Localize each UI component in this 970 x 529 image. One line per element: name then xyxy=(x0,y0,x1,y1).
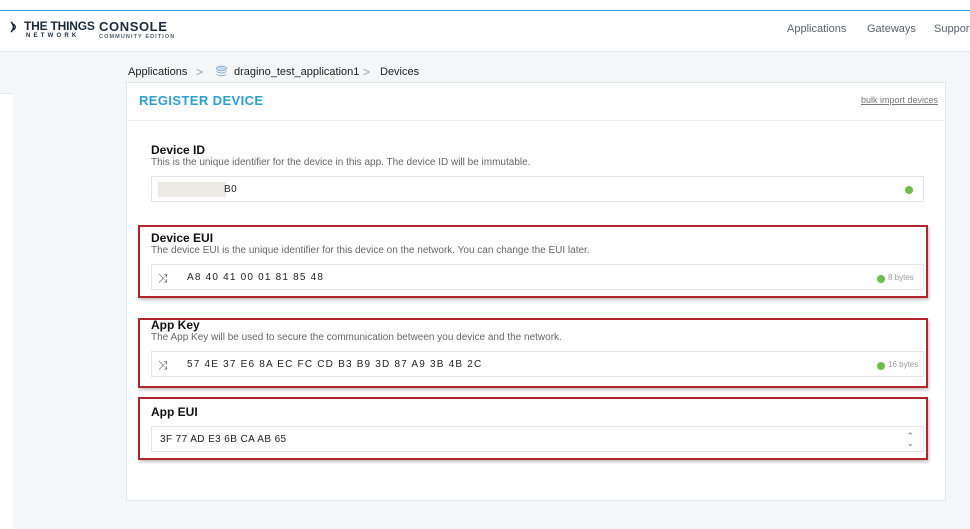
device-id-field[interactable]: B0 xyxy=(151,176,924,202)
breadcrumb-devices[interactable]: Devices xyxy=(380,66,419,78)
app-eui-highlight xyxy=(138,397,928,460)
nav-applications[interactable]: Applications xyxy=(787,23,846,35)
logo-the-things[interactable]: THE THINGS xyxy=(24,19,95,33)
ttn-logo-icon xyxy=(10,21,16,33)
divider xyxy=(127,120,945,121)
device-id-label: Device ID xyxy=(151,143,206,157)
nav-gateways[interactable]: Gateways xyxy=(867,23,916,35)
redacted-text xyxy=(158,182,226,197)
device-id-description: This is the unique identifier for the de… xyxy=(151,157,531,168)
logo-edition: COMMUNITY EDITION xyxy=(99,34,176,40)
bulk-import-link[interactable]: bulk import devices xyxy=(861,95,938,105)
device-id-value: B0 xyxy=(224,184,238,195)
valid-check-icon xyxy=(905,186,913,194)
nav-support[interactable]: Support xyxy=(934,23,970,35)
page-title: REGISTER DEVICE xyxy=(139,93,264,108)
breadcrumb-separator: > xyxy=(363,65,371,79)
logo-console[interactable]: CONSOLE xyxy=(99,19,167,34)
device-eui-highlight xyxy=(138,225,928,298)
breadcrumb-application[interactable]: dragino_test_application1 xyxy=(234,66,359,78)
logo-network: NETWORK xyxy=(26,33,80,39)
app-key-highlight xyxy=(138,318,928,388)
breadcrumb-separator: > xyxy=(196,65,204,79)
header: THE THINGS NETWORK CONSOLE COMMUNITY EDI… xyxy=(0,11,970,52)
application-stack-icon xyxy=(216,65,227,77)
breadcrumb-applications[interactable]: Applications xyxy=(128,66,187,78)
